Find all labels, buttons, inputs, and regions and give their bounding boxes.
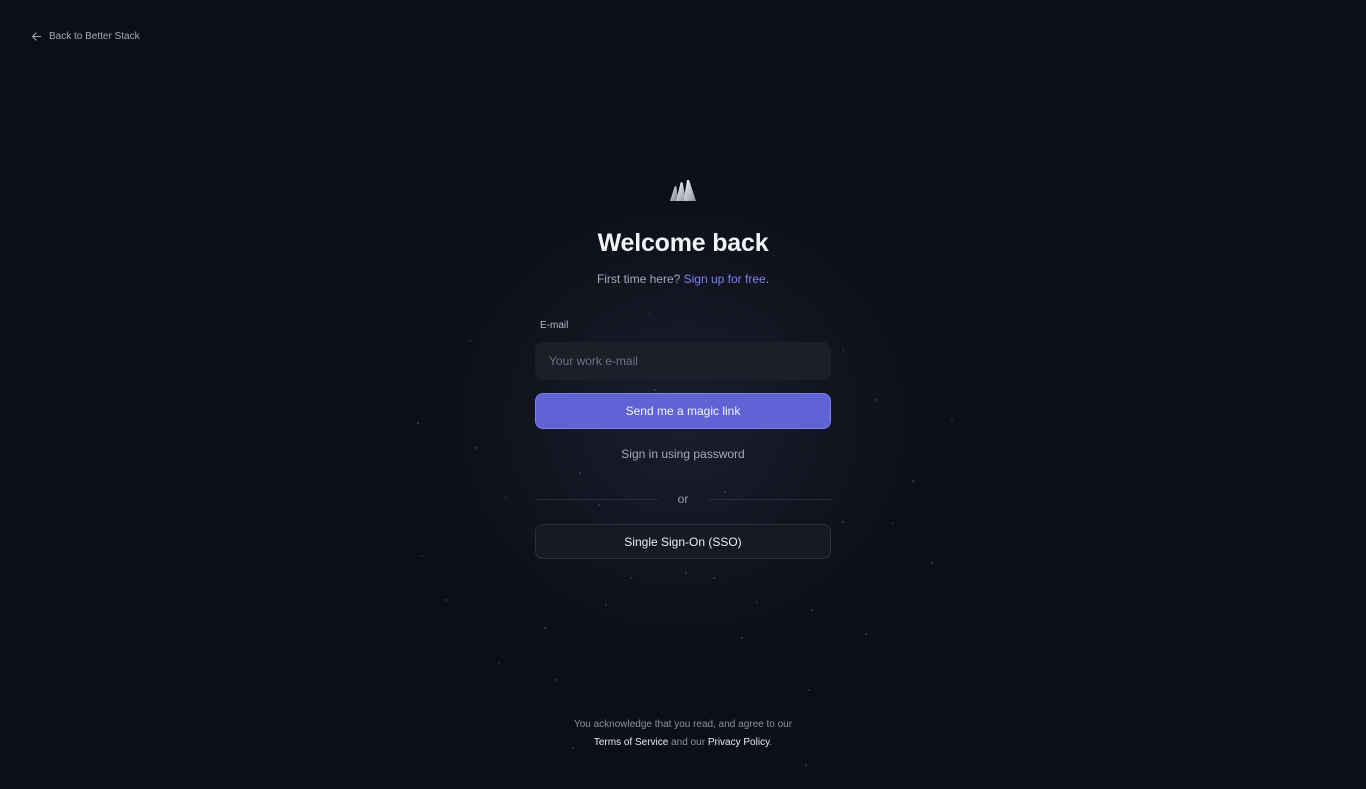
legal-period: .	[769, 737, 773, 748]
legal-footer: You acknowledge that you read, and agree…	[483, 716, 883, 752]
legal-text: You acknowledge that you read, and agree…	[573, 719, 793, 730]
divider-line-left	[535, 498, 658, 500]
email-input[interactable]	[535, 342, 831, 380]
divider-line-right	[708, 498, 832, 500]
page-title: Welcome back	[597, 229, 769, 257]
legal-links-line: Terms of Service and our Privacy Policy.	[483, 734, 883, 752]
divider-text: or	[677, 492, 689, 506]
sign-up-link[interactable]: Sign up for free	[684, 272, 766, 286]
better-stack-logo-icon	[670, 179, 696, 201]
signup-prompt: First time here? Sign up for free.	[597, 270, 769, 288]
arrow-left-icon	[32, 32, 42, 41]
signup-prompt-text: First time here?	[596, 272, 681, 286]
terms-of-service-link[interactable]: Terms of Service	[594, 737, 668, 748]
back-to-better-stack-link[interactable]: Back to Better Stack	[31, 31, 140, 42]
sso-button[interactable]: Single Sign-On (SSO)	[535, 524, 831, 559]
privacy-policy-link[interactable]: Privacy Policy	[708, 737, 770, 748]
or-divider: or	[535, 492, 832, 506]
signup-prompt-period: .	[765, 272, 770, 286]
login-page: Back to Better Stack Welcome back First …	[0, 0, 1366, 789]
login-panel: Welcome back First time here? Sign up fo…	[535, 175, 832, 559]
send-magic-link-button[interactable]: Send me a magic link	[535, 393, 831, 429]
back-link-label: Back to Better Stack	[49, 31, 140, 42]
email-label: E-mail	[540, 320, 569, 331]
legal-and-text: and our	[671, 737, 706, 748]
sign-in-with-password-link[interactable]: Sign in using password	[621, 447, 744, 461]
